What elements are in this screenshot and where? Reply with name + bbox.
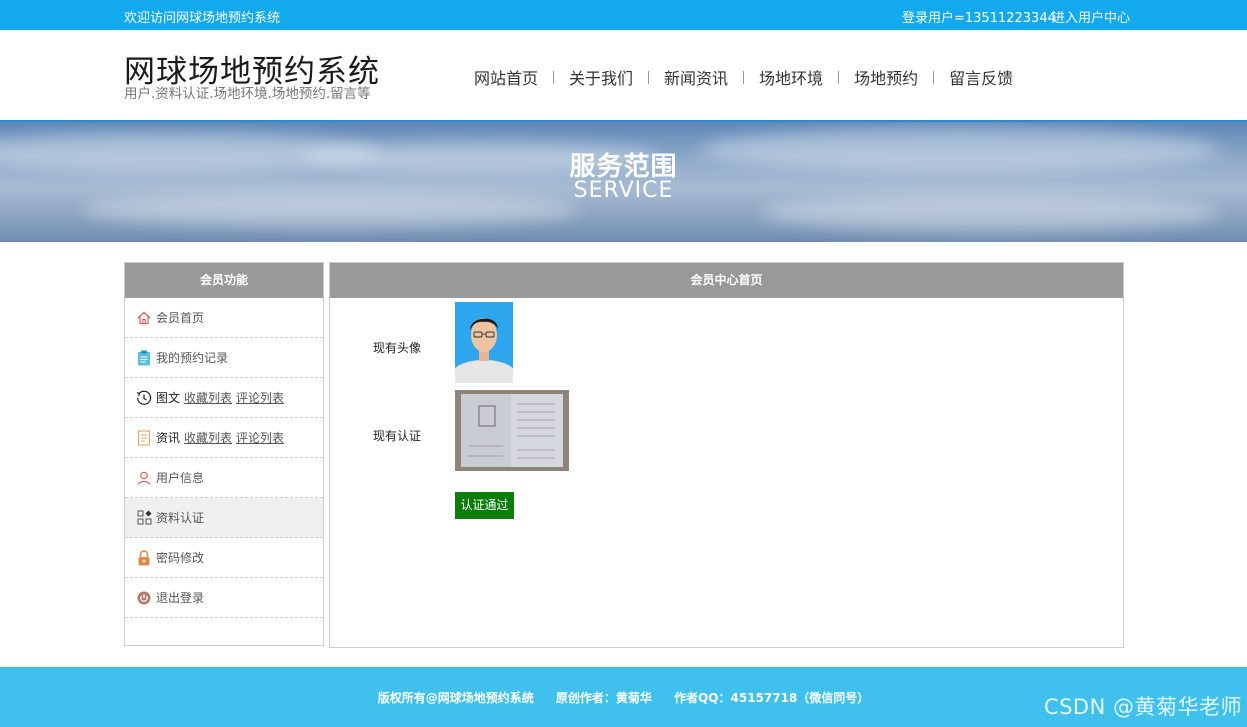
- site-header: 网球场地预约系统 用户.资料认证.场地环境.场地预约.留言等 网站首页 关于我们…: [0, 30, 1247, 120]
- avatar-image: [455, 302, 513, 383]
- nav-news[interactable]: 新闻资讯: [664, 65, 728, 89]
- sidebar-item-news: 资讯 收藏列表 评论列表: [125, 418, 323, 458]
- sidebar-item-logout[interactable]: 退出登录: [125, 578, 323, 618]
- news-favorites-link[interactable]: 收藏列表: [184, 429, 232, 446]
- user-icon: [136, 470, 152, 486]
- lock-icon: [136, 549, 152, 566]
- site-subtitle: 用户.资料认证.场地环境.场地预约.留言等: [124, 86, 371, 102]
- avatar-label: 现有头像: [373, 341, 422, 355]
- history-icon: [136, 390, 152, 406]
- nav-divider: [553, 70, 555, 84]
- sidebar-item-label: 退出登录: [156, 591, 205, 605]
- nav-about[interactable]: 关于我们: [569, 65, 633, 89]
- sidebar-item-member-home[interactable]: 会员首页: [125, 298, 323, 338]
- sidebar-item-user-info[interactable]: 用户信息: [125, 458, 323, 498]
- clipboard-icon: [136, 350, 152, 366]
- footer-author: 原创作者：黄菊华: [555, 691, 652, 705]
- document-icon: [136, 429, 152, 446]
- panel-title: 会员中心首页: [330, 263, 1123, 298]
- nav-booking[interactable]: 场地预约: [854, 65, 918, 89]
- verification-status-button[interactable]: 认证通过: [455, 492, 514, 519]
- nav-divider: [743, 70, 745, 84]
- sidebar-title: 会员功能: [125, 263, 323, 298]
- top-bar: 欢迎访问网球场地预约系统 登录用户=13511223344 进入用户中心: [0, 0, 1247, 30]
- footer-qq: 作者QQ：45157718（微信同号）: [674, 691, 870, 705]
- member-center-panel: 会员中心首页 现有头像 现有认证 认证通过: [329, 262, 1124, 648]
- nav-home[interactable]: 网站首页: [474, 65, 538, 89]
- power-icon: [136, 590, 152, 606]
- csdn-watermark: CSDN @黄菊华老师: [1043, 695, 1242, 719]
- sidebar-item-label: 用户信息: [156, 471, 205, 485]
- footer-copyright: 版权所有@网球场地预约系统: [377, 691, 534, 705]
- nav-divider: [648, 70, 650, 84]
- sidebar-item-verification[interactable]: 资料认证: [125, 498, 323, 538]
- banner-subtitle: SERVICE: [573, 178, 674, 203]
- certificate-image: [455, 390, 569, 471]
- sidebar-item-label: 会员首页: [156, 311, 205, 325]
- sidebar-item-label: 图文: [156, 391, 181, 405]
- main-nav: 网站首页 关于我们 新闻资讯 场地环境 场地预约 留言反馈: [474, 65, 1013, 89]
- sidebar-item-label: 资料认证: [156, 511, 205, 525]
- sidebar-item-change-password[interactable]: 密码修改: [125, 538, 323, 578]
- site-footer: 版权所有@网球场地预约系统 原创作者：黄菊华 作者QQ：45157718（微信同…: [0, 667, 1247, 727]
- sidebar-item-my-bookings[interactable]: 我的预约记录: [125, 338, 323, 378]
- member-sidebar: 会员功能 会员首页 我的预约记录 图文 收藏列表 评论列表 资讯 收藏列表 评论…: [124, 262, 324, 646]
- news-comments-link[interactable]: 评论列表: [236, 429, 284, 446]
- articles-favorites-link[interactable]: 收藏列表: [184, 389, 232, 406]
- articles-comments-link[interactable]: 评论列表: [236, 389, 284, 406]
- user-center-link[interactable]: 进入用户中心: [1052, 7, 1130, 26]
- nav-divider: [933, 70, 935, 84]
- sidebar-item-label: 资讯: [156, 431, 181, 445]
- sidebar-item-label: 我的预约记录: [156, 351, 229, 365]
- welcome-text: 欢迎访问网球场地预约系统: [124, 11, 281, 26]
- sidebar-item-label: 密码修改: [156, 551, 205, 565]
- logged-in-user: 登录用户=13511223344: [902, 11, 1056, 26]
- sidebar-item-articles: 图文 收藏列表 评论列表: [125, 378, 323, 418]
- nav-courts[interactable]: 场地环境: [759, 65, 823, 89]
- cert-label: 现有认证: [373, 429, 422, 443]
- service-banner: 服务范围 SERVICE: [0, 120, 1247, 242]
- home-icon: [136, 310, 152, 326]
- nav-feedback[interactable]: 留言反馈: [949, 65, 1013, 89]
- nav-divider: [838, 70, 840, 84]
- grid-icon: [136, 510, 152, 526]
